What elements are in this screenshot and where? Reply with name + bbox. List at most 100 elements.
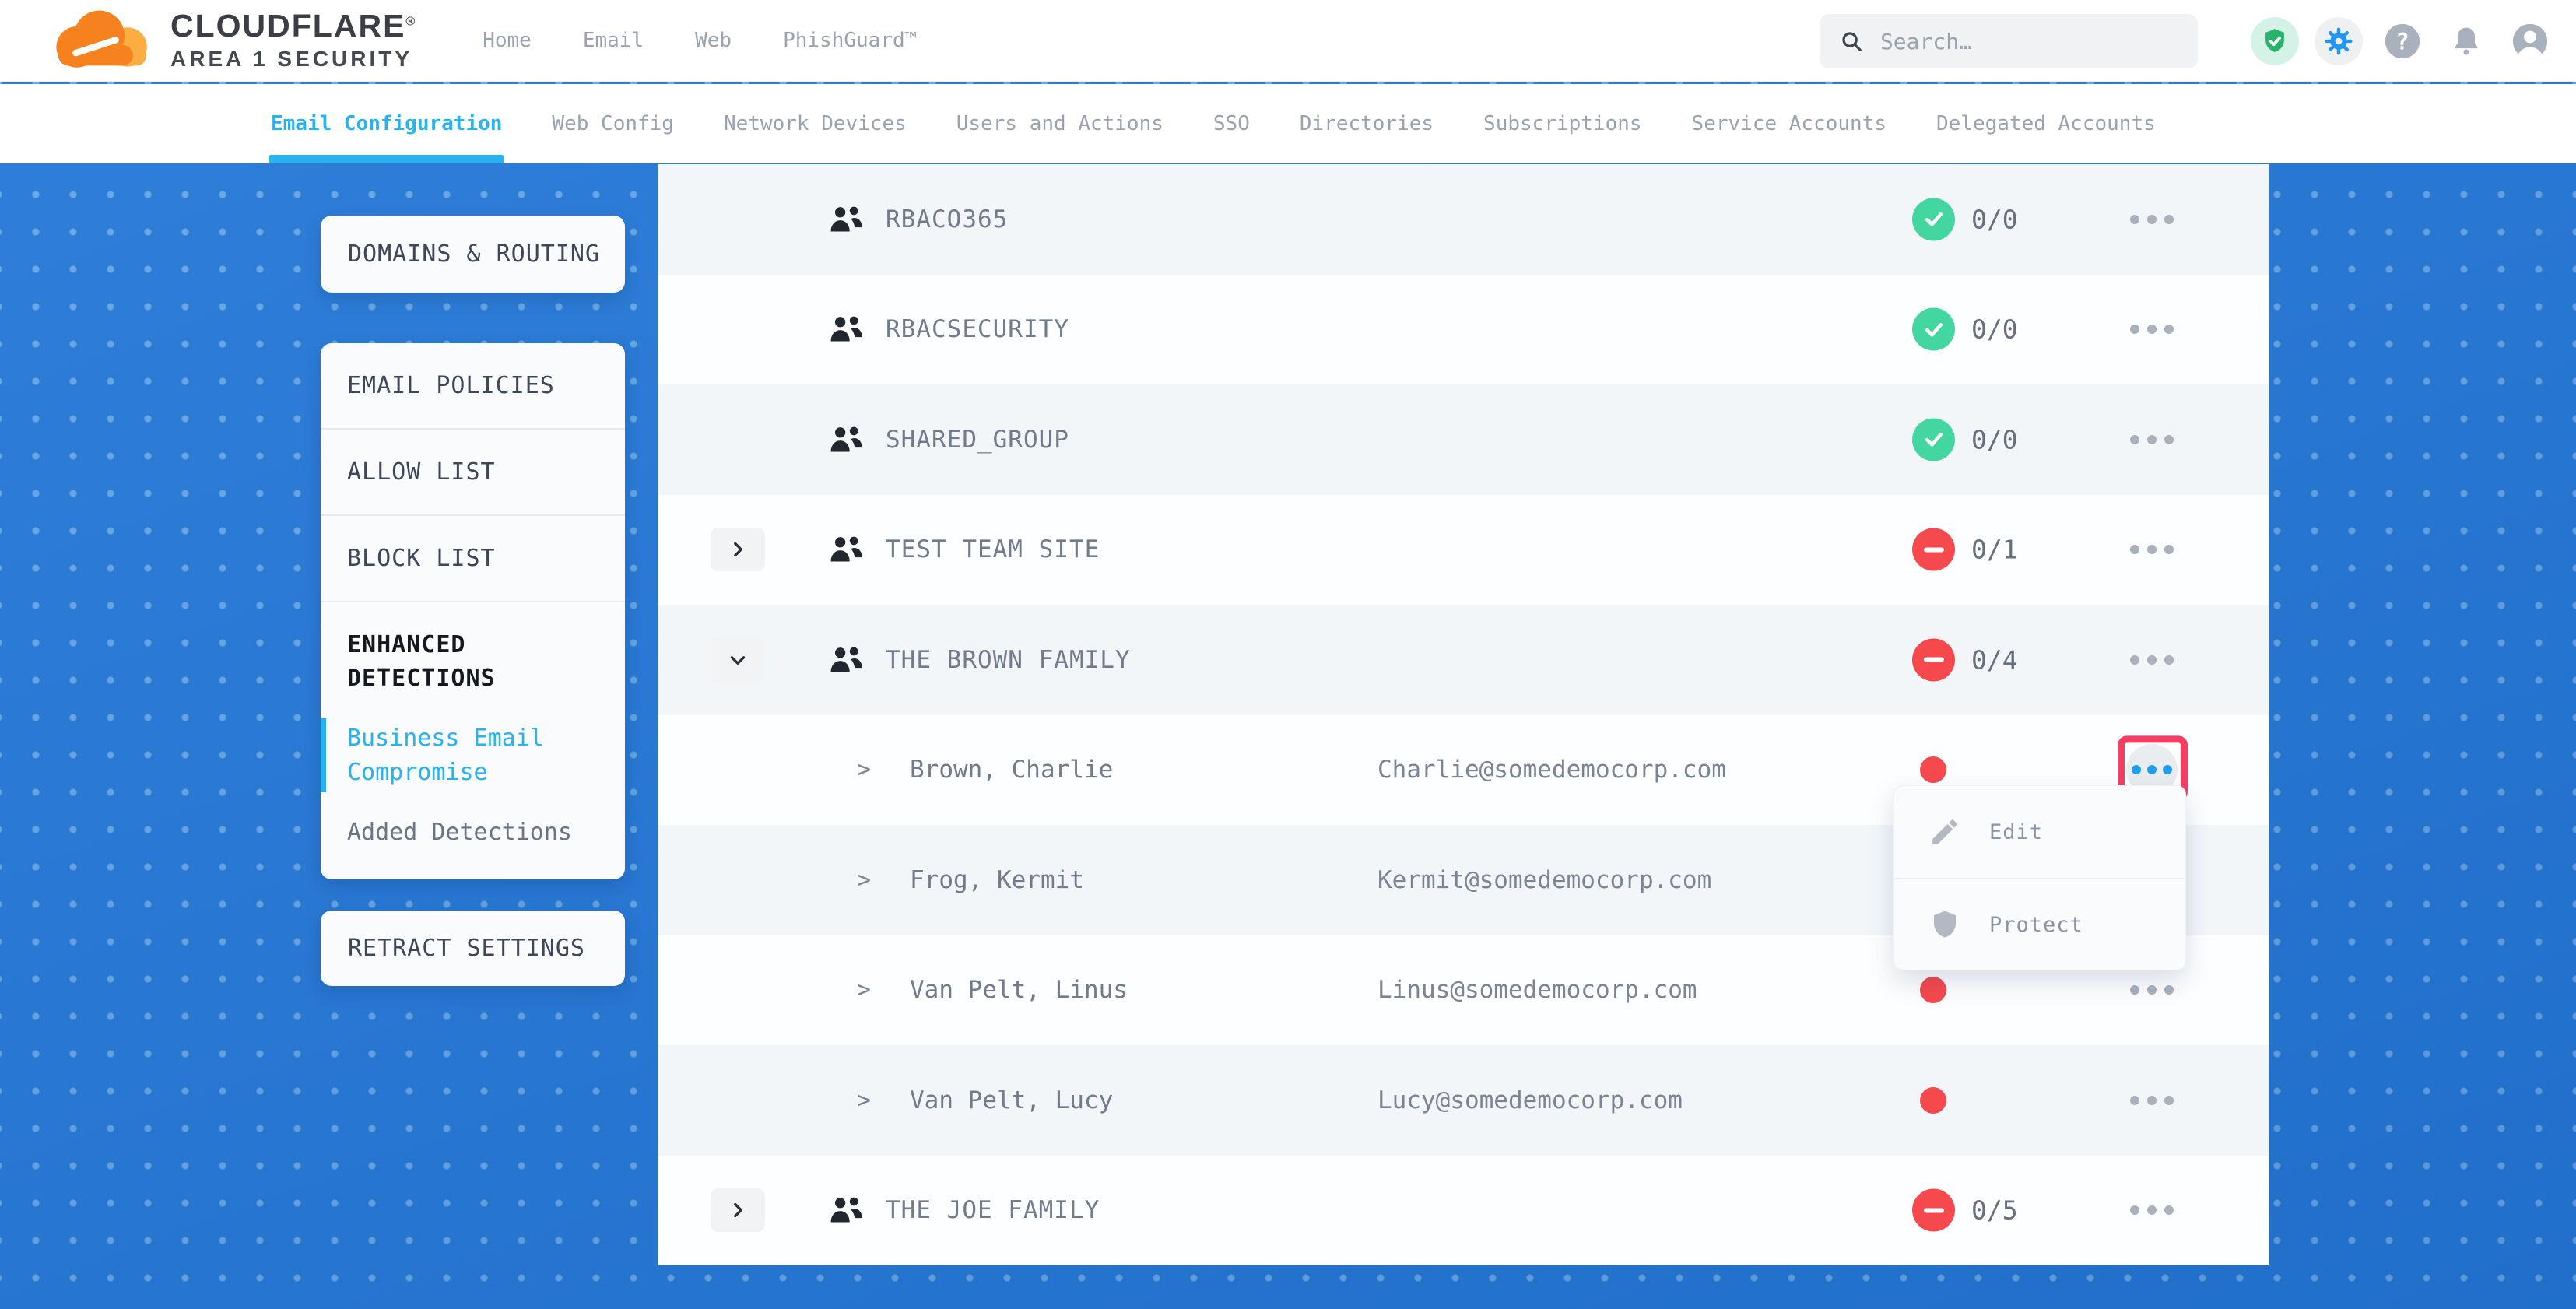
member-name: Brown, Charlie xyxy=(910,756,1113,784)
top-nav-item-home[interactable]: Home xyxy=(483,29,532,52)
domains-routing-label: DOMAINS & ROUTING xyxy=(348,240,600,268)
status-blocked-badge xyxy=(1912,1189,1955,1232)
cloudflare-logo: CLOUDFLARE® AREA 1 SECURITY xyxy=(43,8,416,73)
member-email: Lucy@somedemocorp.com xyxy=(1377,1086,1683,1114)
status-unprotected-dot xyxy=(1920,977,1946,1003)
sidebar-card-retract-settings[interactable]: RETRACT SETTINGS xyxy=(321,911,625,986)
protection-count: 0/0 xyxy=(1971,204,2018,234)
group-name: THE BROWN FAMILY xyxy=(886,646,1131,674)
group-row-rbacsecurity[interactable]: RBACSECURITY 0/0 xyxy=(658,275,2269,385)
top-nav-item-email[interactable]: Email xyxy=(583,29,644,52)
member-caret-icon: > xyxy=(857,866,871,893)
group-name: TEST TEAM SITE xyxy=(886,535,1100,563)
tab-directories[interactable]: Directories xyxy=(1300,84,1434,163)
member-email: Kermit@somedemocorp.com xyxy=(1377,866,1711,894)
row-actions-button[interactable] xyxy=(2130,435,2174,444)
shield-check-icon[interactable] xyxy=(2251,17,2299,65)
menu-item-protect[interactable]: Protect xyxy=(1894,878,2185,970)
protection-count: 0/0 xyxy=(1971,314,2018,345)
gear-icon[interactable] xyxy=(2315,17,2363,65)
search-icon xyxy=(1840,28,1863,54)
sidebar-subitem-business-email-compromise[interactable]: Business Email Compromise xyxy=(347,721,598,789)
member-caret-icon: > xyxy=(857,756,871,784)
user-icon[interactable] xyxy=(2506,17,2554,65)
row-actions-button[interactable] xyxy=(2130,215,2174,224)
member-name: Frog, Kermit xyxy=(910,866,1084,894)
member-row-van-pelt-lucy[interactable]: >Van Pelt, LucyLucy@somedemocorp.com xyxy=(658,1045,2269,1156)
tab-users-and-actions[interactable]: Users and Actions xyxy=(956,84,1163,163)
group-name: RBACO365 xyxy=(886,205,1008,233)
directory-table: RBACO3650/0RBACSECURITY0/0SHARED_GROUP0/… xyxy=(658,164,2269,1265)
protection-count: 0/4 xyxy=(1971,644,2018,675)
collapse-group-button[interactable] xyxy=(711,638,765,682)
group-icon xyxy=(827,644,865,676)
row-actions-button[interactable] xyxy=(2130,545,2174,554)
sidebar-item-block-list[interactable]: BLOCK LIST xyxy=(321,516,625,602)
group-name: RBACSECURITY xyxy=(886,315,1069,343)
group-row-shared-group[interactable]: SHARED_GROUP0/0 xyxy=(658,384,2269,495)
search-input[interactable] xyxy=(1880,29,2178,54)
group-icon xyxy=(827,1194,865,1227)
member-caret-icon: > xyxy=(857,977,871,1004)
status-ok-badge xyxy=(1912,308,1955,351)
enhanced-detections-label: ENHANCED DETECTIONS xyxy=(347,629,598,695)
row-actions-button[interactable] xyxy=(2130,985,2174,995)
brand-subtitle: AREA 1 SECURITY xyxy=(170,47,416,72)
status-ok-badge xyxy=(1912,198,1955,240)
tab-web-config[interactable]: Web Config xyxy=(552,84,674,163)
row-actions-button[interactable] xyxy=(2130,1205,2174,1215)
status-blocked-badge xyxy=(1912,638,1955,681)
top-nav: Home Email Web PhishGuard™ xyxy=(483,29,917,52)
group-row-the-joe-family[interactable]: THE JOE FAMILY 0/5 xyxy=(658,1156,2269,1266)
group-row-the-brown-family[interactable]: THE BROWN FAMILY 0/4 xyxy=(658,605,2269,715)
group-icon xyxy=(827,423,865,456)
bell-icon[interactable] xyxy=(2442,17,2490,65)
top-nav-item-phishguard[interactable]: PhishGuard™ xyxy=(783,29,917,52)
expand-group-button[interactable] xyxy=(711,1188,765,1232)
tab-sso[interactable]: SSO xyxy=(1213,84,1250,163)
member-name: Van Pelt, Linus xyxy=(910,976,1128,1004)
group-icon xyxy=(827,313,865,346)
help-icon[interactable]: ? xyxy=(2378,17,2427,65)
tab-service-accounts[interactable]: Service Accounts xyxy=(1692,84,1886,163)
sidebar-item-allow-list[interactable]: ALLOW LIST xyxy=(321,430,625,516)
group-name: THE JOE FAMILY xyxy=(886,1196,1100,1224)
tab-network-devices[interactable]: Network Devices xyxy=(724,84,907,163)
status-ok-badge xyxy=(1912,418,1955,461)
tab-delegated-accounts[interactable]: Delegated Accounts xyxy=(1936,84,2156,163)
sidebar-card-domains-routing[interactable]: DOMAINS & ROUTING xyxy=(321,216,625,293)
group-icon xyxy=(827,203,865,236)
group-row-test-team-site[interactable]: TEST TEAM SITE 0/1 xyxy=(658,495,2269,605)
member-email: Charlie@somedemocorp.com xyxy=(1377,756,1726,784)
top-header: CLOUDFLARE® AREA 1 SECURITY Home Email Web… xyxy=(0,0,2576,82)
sidebar-item-email-policies[interactable]: EMAIL POLICIES xyxy=(321,343,625,430)
group-row-rbaco365[interactable]: RBACO365 0/0 xyxy=(658,164,2269,275)
sidebar-card-email-policies: EMAIL POLICIESALLOW LISTBLOCK LIST ENHAN… xyxy=(321,343,625,879)
row-actions-button[interactable] xyxy=(2130,1096,2174,1105)
member-caret-icon: > xyxy=(857,1086,871,1114)
row-actions-button[interactable] xyxy=(2130,325,2174,334)
tab-email-configuration[interactable]: Email Configuration xyxy=(271,84,502,163)
tab-subscriptions[interactable]: Subscriptions xyxy=(1483,84,1642,163)
group-icon xyxy=(827,533,865,566)
sidebar-subitem-added-detections[interactable]: Added Detections xyxy=(347,816,598,850)
top-nav-item-web[interactable]: Web xyxy=(695,29,732,52)
cloudflare-cloud-icon xyxy=(43,8,160,73)
enhanced-detections-section: ENHANCED DETECTIONS Business Email Compr… xyxy=(321,602,625,873)
member-email: Linus@somedemocorp.com xyxy=(1377,976,1697,1004)
brand-mark: ® xyxy=(405,15,416,28)
status-blocked-badge xyxy=(1912,528,1955,571)
pencil-icon xyxy=(1928,816,1961,848)
protection-count: 0/0 xyxy=(1971,424,2018,454)
status-unprotected-dot xyxy=(1920,1087,1946,1114)
menu-item-edit[interactable]: Edit xyxy=(1894,786,2185,878)
svg-text:?: ? xyxy=(2395,28,2409,54)
section-tabs: Email Configuration Web Config Network Dev… xyxy=(0,84,2576,163)
protection-count: 0/5 xyxy=(1971,1195,2018,1226)
row-context-menu: EditProtect xyxy=(1893,785,2186,970)
search-box[interactable] xyxy=(1820,14,2198,68)
protection-count: 0/1 xyxy=(1971,535,2018,565)
expand-group-button[interactable] xyxy=(711,528,765,571)
row-actions-button[interactable] xyxy=(2130,655,2174,665)
status-unprotected-dot xyxy=(1920,756,1946,783)
